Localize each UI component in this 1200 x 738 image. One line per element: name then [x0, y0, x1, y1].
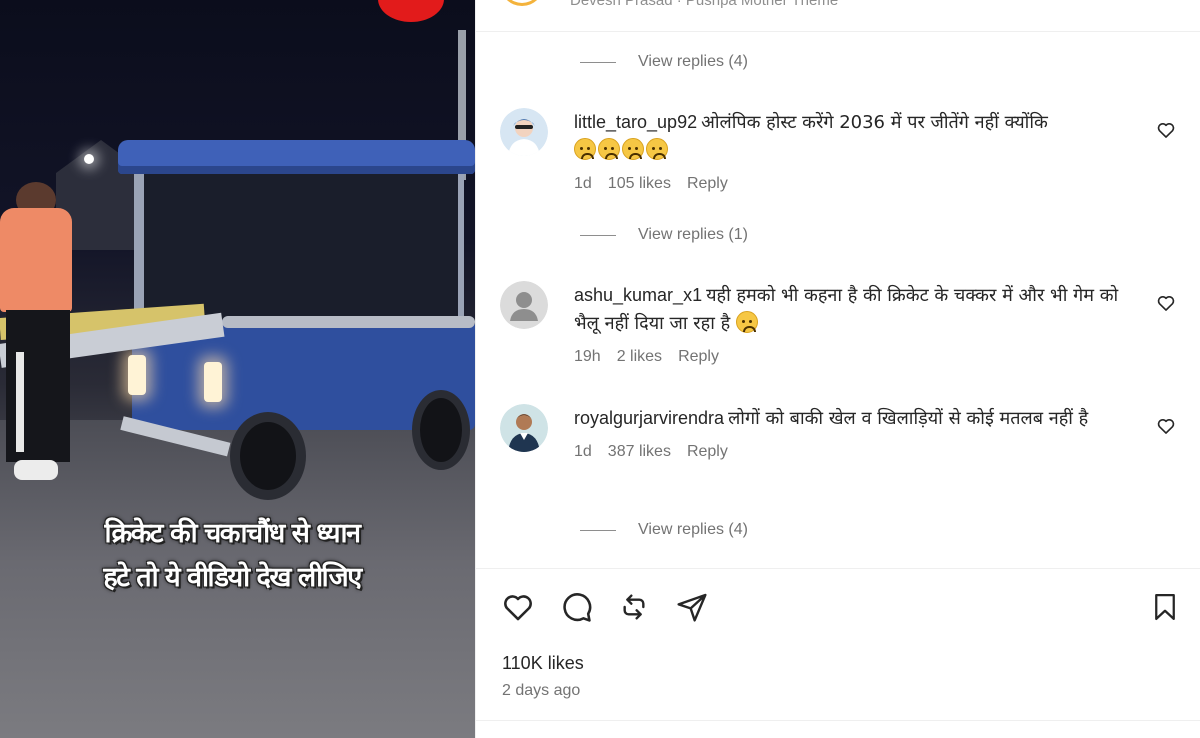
heart-icon[interactable]: [1156, 120, 1176, 140]
post-actions: 110K likes 2 days ago: [476, 568, 1200, 728]
video-caption: क्रिकेट की चकाचौंध से ध्यान हटे तो ये वी…: [62, 512, 402, 600]
heart-icon[interactable]: [1156, 416, 1176, 436]
comment-text: लोगों को बाकी खेल व खिलाड़ियों से कोई मत…: [728, 408, 1089, 429]
share-icon[interactable]: [674, 589, 710, 625]
comment-username[interactable]: little_taro_up92: [574, 112, 697, 132]
comment-age: 1d: [574, 175, 592, 192]
replies-dash: [580, 61, 616, 63]
sad-face-icon: [574, 138, 596, 160]
comment-likes[interactable]: 105 likes: [608, 175, 671, 193]
post-timestamp: 2 days ago: [502, 682, 581, 699]
comment-likes[interactable]: 2 likes: [617, 348, 662, 366]
repost-icon[interactable]: [616, 589, 652, 625]
sad-face-icon: [735, 311, 758, 333]
post-header: Devesh Prasad · Pushpa Mother Theme: [476, 0, 1200, 32]
avatar[interactable]: [500, 281, 548, 329]
sad-face-icon: [598, 138, 620, 160]
caption-line-2: हटे तो ये वीडियो देख लीजिए: [103, 562, 362, 593]
reply-button[interactable]: Reply: [687, 443, 728, 461]
post-likes-count[interactable]: 110K likes: [502, 653, 584, 674]
view-replies-button[interactable]: View replies (4): [580, 521, 748, 539]
action-icons: [500, 589, 710, 625]
heart-icon[interactable]: [500, 589, 536, 625]
sad-face-icon: [646, 138, 668, 160]
caption-line-1: क्रिकेट की चकाचौंध से ध्यान: [104, 518, 361, 549]
comment-username[interactable]: royalgurjarvirendra: [574, 408, 724, 428]
sad-face-icon: [622, 138, 644, 160]
replies-dash: [580, 529, 616, 531]
view-replies-button[interactable]: View replies (1): [580, 226, 748, 244]
comments-panel: Devesh Prasad · Pushpa Mother Theme View…: [475, 0, 1200, 738]
reply-button[interactable]: Reply: [687, 175, 728, 193]
street-lamp: [84, 154, 94, 164]
comment-icon[interactable]: [558, 589, 594, 625]
heart-icon[interactable]: [1156, 293, 1176, 313]
avatar[interactable]: [500, 404, 548, 452]
replies-dash: [580, 234, 616, 236]
author-and-audio[interactable]: Devesh Prasad · Pushpa Mother Theme: [570, 0, 838, 9]
comment-likes[interactable]: 387 likes: [608, 443, 671, 461]
author-avatar[interactable]: [500, 0, 544, 6]
video-player[interactable]: क्रिकेट की चकाचौंध से ध्यान हटे तो ये वी…: [0, 0, 475, 738]
red-balloon: [378, 0, 444, 22]
person-pulling: [0, 182, 80, 482]
bookmark-icon[interactable]: [1147, 589, 1183, 625]
comment-age: 1d: [574, 443, 592, 460]
avatar[interactable]: [500, 108, 548, 156]
comment-username[interactable]: ashu_kumar_x1: [574, 285, 702, 305]
view-replies-button[interactable]: View replies (4): [580, 53, 748, 71]
comment-text: ओलंपिक होस्ट करेंगे 2036 में पर जीतेंगे …: [701, 112, 1048, 133]
reply-button[interactable]: Reply: [678, 348, 719, 366]
comment-age: 19h: [574, 348, 601, 365]
divider: [476, 720, 1200, 721]
